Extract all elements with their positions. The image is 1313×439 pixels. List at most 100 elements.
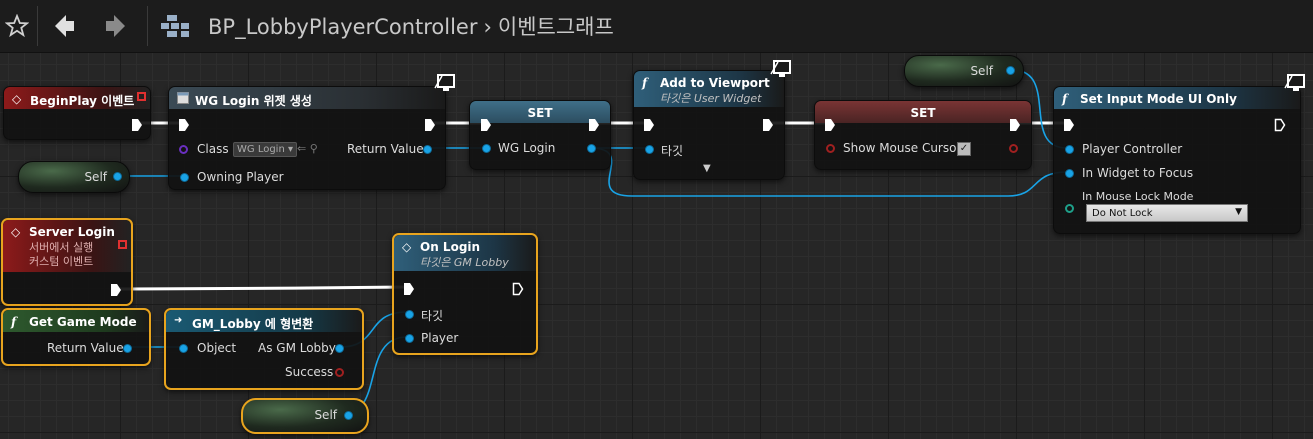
show-cursor-in-pin[interactable] [826,144,835,153]
node-header: f Add to Viewport 타깃은 User Widget [634,71,784,107]
show-cursor-checkbox[interactable]: ✓ [957,142,971,156]
class-pin[interactable] [179,145,188,154]
blueprint-graph-icon [159,10,191,42]
widget-to-focus-pin[interactable] [1065,169,1074,178]
object-label: Object [197,341,237,355]
event-diamond-icon: ◇ [11,225,21,239]
node-subtitle: 타깃은 User Widget [660,92,762,105]
player-controller-pin[interactable] [1065,145,1074,154]
node-header: ◇ BeginPlay 이벤트 [4,87,150,109]
create-widget-node[interactable]: WG Login 위젯 생성 Class WG Login ▾ ⇐ ⚲ Retu… [168,86,446,190]
wglogin-out-pin[interactable] [587,144,596,153]
favorite-star-icon[interactable] [1,10,33,42]
mouse-lock-mode-label: In Mouse Lock Mode [1082,190,1194,203]
exec-out-pin[interactable] [1274,117,1286,136]
chevron-down-icon: ▼ [1235,207,1242,217]
node-title: GM_Lobby 에 형변환 [192,317,314,331]
exec-out-pin[interactable] [762,117,774,136]
node-header: f Set Input Mode UI Only [1054,87,1300,109]
mouse-lock-mode-pin[interactable] [1065,204,1074,213]
widget-to-focus-label: In Widget to Focus [1082,166,1194,180]
on-login-node[interactable]: ◇ On Login 타깃은 GM Lobby 타깃 Player [392,233,538,355]
exec-out-pin[interactable] [588,117,600,136]
self-out-pin[interactable] [344,411,353,420]
exec-in-pin[interactable] [480,117,492,136]
self-reference-node[interactable]: Self [18,161,130,193]
self-out-pin[interactable] [1006,66,1015,75]
breadcrumb-graph[interactable]: 이벤트그래프 [498,15,614,39]
object-pin[interactable] [179,344,188,353]
event-delegate-pin[interactable] [118,240,127,249]
return-value-pin[interactable] [423,145,432,154]
exec-out-pin[interactable] [424,117,436,136]
widget-icon [177,92,189,107]
return-value-pin[interactable] [123,344,132,353]
self-reference-node[interactable]: Self [904,55,1024,87]
server-login-event-node[interactable]: ◇ Server Login 서버에서 실행 커스텀 이벤트 [1,218,133,306]
player-pin[interactable] [405,334,414,343]
as-gm-lobby-pin[interactable] [335,344,344,353]
node-title: Get Game Mode [29,315,137,329]
player-label: Player [421,331,459,345]
target-pin[interactable] [645,145,654,154]
node-title: SET [527,106,553,120]
class-label: Class [197,142,229,156]
back-arrow-icon[interactable] [48,10,80,42]
node-title: Add to Viewport [660,76,770,90]
as-gm-lobby-label: As GM Lobby [258,341,336,355]
breadcrumb-chevron-icon: › [483,15,492,39]
wglogin-in-pin[interactable] [482,144,491,153]
node-subtitle: 커스텀 이벤트 [29,255,94,268]
class-dropdown[interactable]: WG Login ▾ [233,142,297,157]
beginplay-event-node[interactable]: ◇ BeginPlay 이벤트 [3,86,151,140]
toolbar-divider [147,6,148,46]
node-header: ◇ Server Login 서버에서 실행 커스텀 이벤트 [3,220,131,272]
cast-arrows-icon: ➜ [174,315,183,326]
function-icon: f [642,76,648,90]
event-delegate-pin[interactable] [137,92,146,101]
owning-player-label: Owning Player [197,170,284,184]
exec-in-pin[interactable] [403,281,415,300]
exec-out-pin[interactable] [1009,117,1021,136]
expand-advanced-icon[interactable]: ▼ [703,163,711,174]
exec-out-pin[interactable] [131,117,143,136]
target-label: 타깃 [661,144,684,158]
add-to-viewport-node[interactable]: f Add to Viewport 타깃은 User Widget 타깃 ▼ [633,70,785,180]
exec-in-pin[interactable] [1063,117,1075,136]
self-label: Self [970,64,993,78]
player-controller-label: Player Controller [1082,142,1183,156]
set-wglogin-node[interactable]: SET WG Login [469,100,611,170]
graph-toolbar: BP_LobbyPlayerController › 이벤트그래프 [0,0,1313,53]
owning-player-pin[interactable] [180,173,189,182]
node-title: Server Login [29,225,115,239]
development-only-monitor-icon [1284,74,1306,92]
exec-in-pin[interactable] [824,117,836,136]
browse-class-icon[interactable]: ⇐ ⚲ [297,142,318,155]
set-show-mouse-cursor-node[interactable]: SET Show Mouse Cursor ✓ [814,100,1032,170]
success-pin[interactable] [335,368,344,377]
exec-in-pin[interactable] [178,117,190,136]
mouse-lock-mode-dropdown[interactable]: Do Not Lock ▼ [1086,204,1248,222]
return-value-label: Return Value [347,142,424,156]
target-pin[interactable] [405,310,414,319]
class-value: WG Login [237,144,285,155]
get-game-mode-node[interactable]: f Get Game Mode Return Value [1,308,151,366]
forward-arrow-icon[interactable] [100,10,132,42]
show-cursor-out-pin[interactable] [1009,144,1018,153]
self-reference-node[interactable]: Self [241,398,369,434]
exec-out-pin[interactable] [512,281,524,300]
self-label: Self [84,170,107,184]
node-header: WG Login 위젯 생성 [169,87,445,109]
return-value-label: Return Value [47,341,124,355]
breadcrumb-asset[interactable]: BP_LobbyPlayerController [208,15,477,39]
exec-in-pin[interactable] [643,117,655,136]
event-diamond-icon: ◇ [12,92,22,106]
set-input-mode-ui-only-node[interactable]: f Set Input Mode UI Only Player Controll… [1053,86,1301,234]
cast-to-gm-lobby-node[interactable]: ➜ GM_Lobby 에 형변환 Object As GM Lobby Succ… [164,308,364,390]
toolbar-divider [37,6,38,46]
show-cursor-label: Show Mouse Cursor [843,141,962,155]
node-title: WG Login 위젯 생성 [195,94,312,108]
self-out-pin[interactable] [113,172,122,181]
node-title: SET [910,106,936,120]
exec-out-pin[interactable] [110,282,122,301]
